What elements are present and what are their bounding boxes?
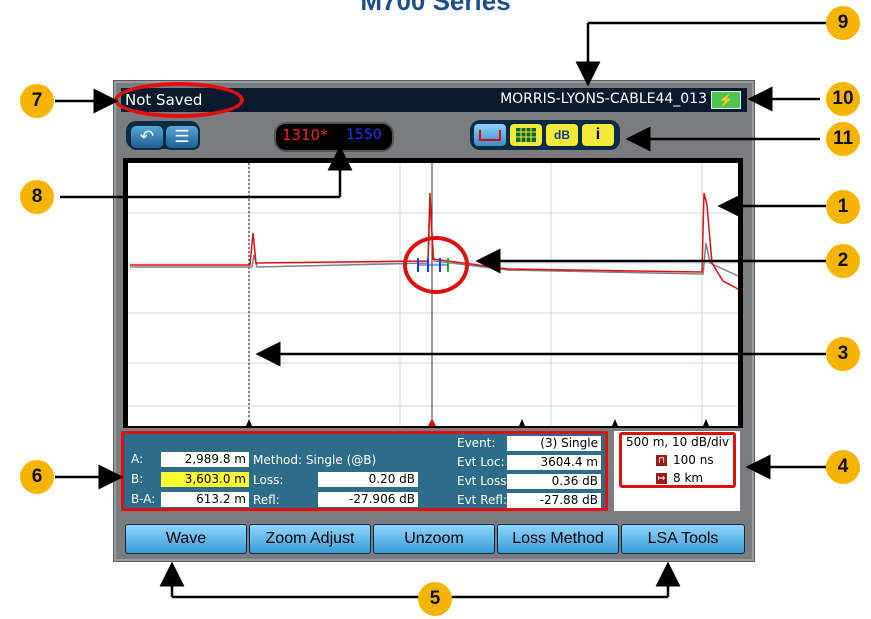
callout-10: 10: [826, 82, 860, 116]
callout-11: 11: [826, 122, 860, 156]
callout-5: 5: [418, 582, 452, 616]
callout-8: 8: [20, 180, 54, 214]
callout-4: 4: [826, 450, 860, 484]
callout-6: 6: [20, 460, 54, 494]
callout-arrows: [55, 21, 840, 599]
callout-9: 9: [826, 6, 860, 40]
callout-3: 3: [826, 337, 860, 371]
callout-1: 1: [826, 190, 860, 224]
callout-7: 7: [20, 84, 54, 118]
callout-2: 2: [826, 244, 860, 278]
